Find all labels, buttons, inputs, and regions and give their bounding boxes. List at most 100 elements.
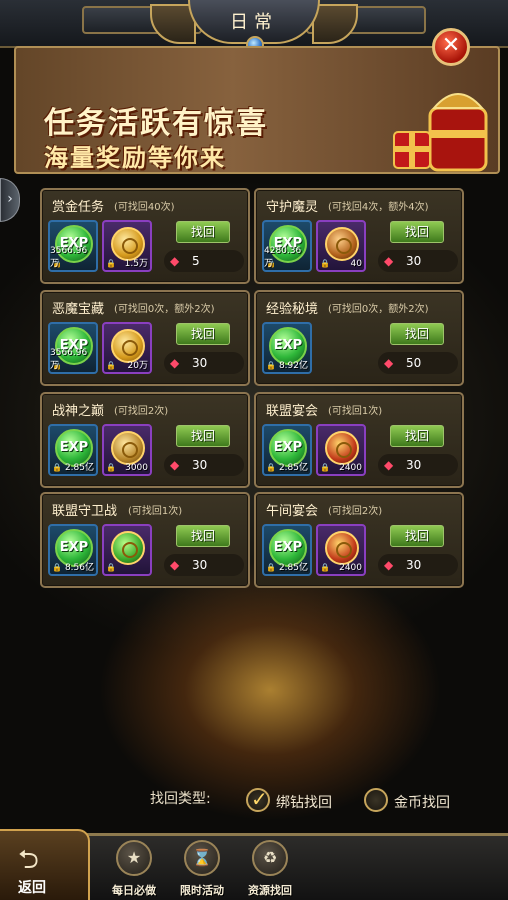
cost-pill: ◆ 30 bbox=[378, 250, 458, 272]
task-count: (可找回1次) bbox=[328, 406, 383, 417]
reward-amount: 8.56亿 bbox=[64, 563, 94, 573]
task-count: (可找回2次) bbox=[114, 406, 169, 417]
cost-pill: ◆ 30 bbox=[164, 554, 244, 576]
promo-banner: 任务活跃有惊喜 海量奖励等你来 bbox=[14, 46, 500, 174]
reward-item[interactable]: 🔒 20万 bbox=[102, 322, 152, 374]
lock-icon: 🔒 bbox=[266, 563, 276, 572]
trophy-icon bbox=[325, 431, 359, 465]
calendar-star-icon: ★ bbox=[116, 840, 152, 876]
reward-item[interactable]: EXP 🔒 2.85亿 bbox=[262, 424, 312, 476]
cost-value: 30 bbox=[192, 458, 208, 472]
banner-headline: 任务活跃有惊喜 bbox=[44, 106, 268, 141]
retrieve-button[interactable]: 找回 bbox=[390, 525, 444, 547]
back-label: 返回 bbox=[18, 880, 46, 896]
reward-item[interactable]: EXP 🔒 8.92亿 bbox=[262, 322, 312, 374]
task-card: 战神之巅 (可找回2次) EXP 🔒 2.85亿 🔒 3000 找回 ◆ 30 bbox=[40, 392, 250, 488]
lock-icon: 🔒 bbox=[320, 259, 330, 268]
task-title: 恶魔宝藏 bbox=[52, 302, 105, 317]
cost-pill: ◆ 30 bbox=[164, 454, 244, 476]
bound-diamond-checkbox[interactable] bbox=[246, 787, 270, 812]
cost-pill: ◆ 30 bbox=[164, 352, 244, 374]
reward-amount: 2.85亿 bbox=[278, 463, 308, 473]
reward-item[interactable]: EXP 🔒 4280.36万 bbox=[262, 220, 312, 272]
reward-item[interactable]: 🔒 2400 bbox=[316, 424, 366, 476]
lock-icon: 🔒 bbox=[106, 259, 116, 268]
gold-coin-checkbox[interactable] bbox=[364, 788, 388, 812]
lock-icon: 🔒 bbox=[320, 563, 330, 572]
reward-amount: 3566.96万 bbox=[50, 348, 88, 371]
diamond-icon: ◆ bbox=[170, 254, 180, 268]
task-card: 联盟守卫战 (可找回1次) EXP 🔒 8.56亿 🔒 找回 ◆ 30 bbox=[40, 492, 250, 588]
lock-icon: 🔒 bbox=[106, 563, 116, 572]
reward-items: EXP 🔒 3566.96万 🔒 20万 bbox=[48, 322, 158, 378]
lock-icon: 🔒 bbox=[266, 463, 276, 472]
reward-item[interactable]: EXP 🔒 8.56亿 bbox=[48, 524, 98, 576]
nav-daily-label: 每日必做 bbox=[112, 884, 156, 897]
reward-items: EXP 🔒 2.85亿 🔒 2400 bbox=[262, 424, 372, 480]
close-button[interactable]: ✕ bbox=[432, 28, 470, 66]
task-card: 联盟宴会 (可找回1次) EXP 🔒 2.85亿 🔒 2400 找回 ◆ 30 bbox=[254, 392, 464, 488]
task-count: (可找回2次) bbox=[328, 506, 383, 517]
retrieve-button[interactable]: 找回 bbox=[176, 525, 230, 547]
nav-retrieve-button[interactable]: ♻ 资源找回 bbox=[238, 838, 302, 898]
lock-icon: 🔒 bbox=[266, 361, 276, 370]
cost-pill: ◆ 50 bbox=[378, 352, 458, 374]
reward-item[interactable]: 🔒 1.5万 bbox=[102, 220, 152, 272]
diamond-icon: ◆ bbox=[384, 254, 394, 268]
task-card: 恶魔宝藏 (可找回0次，额外2次) EXP 🔒 3566.96万 🔒 20万 找回 ◆ 30 bbox=[40, 290, 250, 386]
cost-value: 30 bbox=[192, 356, 208, 370]
back-button[interactable]: ⮌ 返回 bbox=[0, 829, 90, 900]
cost-value: 30 bbox=[406, 558, 422, 572]
cost-value: 30 bbox=[406, 254, 422, 268]
task-card: 守护魔灵 (可找回4次，额外4次) EXP 🔒 4280.36万 🔒 40 找回 ◆ 30 bbox=[254, 188, 464, 284]
gold-coin-option-label: 金币找回 bbox=[394, 795, 450, 811]
title-wing-right bbox=[312, 4, 358, 44]
reward-amount: 8.92亿 bbox=[278, 361, 308, 371]
lamp-icon bbox=[325, 227, 359, 261]
reward-item[interactable]: 🔒 2400 bbox=[316, 524, 366, 576]
recycle-bin-icon: ♻ bbox=[252, 840, 288, 876]
reward-item[interactable]: 🔒 bbox=[102, 524, 152, 576]
reward-item[interactable]: EXP 🔒 2.85亿 bbox=[48, 424, 98, 476]
task-title: 守护魔灵 bbox=[266, 200, 319, 215]
reward-item[interactable]: 🔒 40 bbox=[316, 220, 366, 272]
bound-diamond-option-label: 绑钻找回 bbox=[276, 795, 332, 811]
shield-icon bbox=[111, 431, 145, 465]
retrieve-button[interactable]: 找回 bbox=[390, 425, 444, 447]
diamond-icon: ◆ bbox=[170, 558, 180, 572]
reward-amount: 1.5万 bbox=[124, 259, 148, 269]
lock-icon: 🔒 bbox=[106, 361, 116, 370]
task-count: (可找回0次，额外2次) bbox=[114, 304, 215, 315]
retrieve-type-label: 找回类型: bbox=[150, 791, 211, 807]
reward-item[interactable]: 🔒 3000 bbox=[102, 424, 152, 476]
retrieve-button[interactable]: 找回 bbox=[390, 221, 444, 243]
task-title: 战神之巅 bbox=[52, 404, 105, 419]
nav-daily-button[interactable]: ★ 每日必做 bbox=[102, 838, 166, 898]
retrieve-button[interactable]: 找回 bbox=[176, 323, 230, 345]
game-screen: 日常 任务活跃有惊喜 海量奖励等你来 ✕ › 赏金任务 (可找回40次) EXP 🔒 3… bbox=[0, 0, 508, 900]
diamond-icon: ◆ bbox=[170, 458, 180, 472]
banner-subline: 海量奖励等你来 bbox=[44, 144, 226, 172]
retrieve-button[interactable]: 找回 bbox=[176, 221, 230, 243]
hourglass-icon: ⌛ bbox=[184, 840, 220, 876]
reward-amount: 20万 bbox=[127, 361, 148, 371]
reward-item[interactable]: EXP 🔒 3566.96万 bbox=[48, 220, 98, 272]
nav-limited-label: 限时活动 bbox=[180, 884, 224, 897]
cost-value: 30 bbox=[192, 558, 208, 572]
reward-items: EXP 🔒 3566.96万 🔒 1.5万 bbox=[48, 220, 158, 276]
cost-pill: ◆ 30 bbox=[378, 554, 458, 576]
retrieve-button[interactable]: 找回 bbox=[390, 323, 444, 345]
reward-amount: 3000 bbox=[125, 463, 148, 473]
reward-items: EXP 🔒 2.85亿 🔒 3000 bbox=[48, 424, 158, 480]
retrieve-button[interactable]: 找回 bbox=[176, 425, 230, 447]
reward-item[interactable]: EXP 🔒 2.85亿 bbox=[262, 524, 312, 576]
page-title: 日常 bbox=[230, 12, 278, 33]
reward-amount: 2.85亿 bbox=[64, 463, 94, 473]
cost-value: 30 bbox=[406, 458, 422, 472]
side-expand-handle[interactable]: › bbox=[0, 178, 20, 222]
cost-value: 50 bbox=[406, 356, 422, 370]
nav-limited-button[interactable]: ⌛ 限时活动 bbox=[170, 838, 234, 898]
task-card: 经验秘境 (可找回0次，额外2次) EXP 🔒 8.92亿 找回 ◆ 50 bbox=[254, 290, 464, 386]
lock-icon: 🔒 bbox=[52, 563, 62, 572]
reward-item[interactable]: EXP 🔒 3566.96万 bbox=[48, 322, 98, 374]
